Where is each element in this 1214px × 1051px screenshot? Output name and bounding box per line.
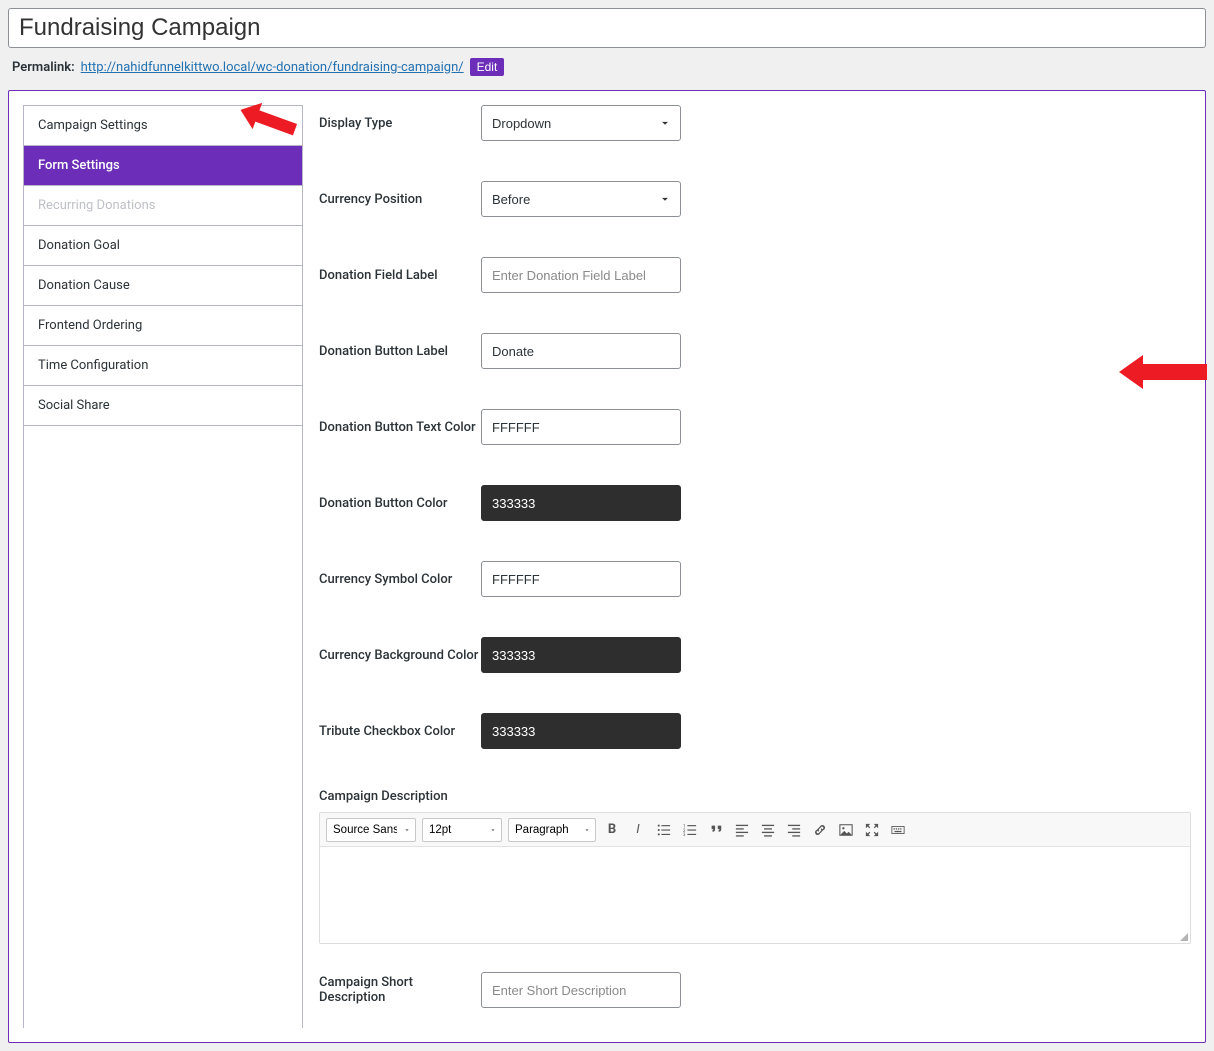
donation-button-color-input[interactable] [481,485,681,521]
italic-icon[interactable]: I [628,820,648,840]
paragraph-select[interactable]: Paragraph [508,818,596,842]
donation-field-label-label: Donation Field Label [319,268,481,283]
font-family-select[interactable]: Source Sans... [326,818,416,842]
resize-handle-icon[interactable] [1178,931,1188,941]
font-size-select[interactable]: 12pt [422,818,502,842]
link-icon[interactable] [810,820,830,840]
short-description-input[interactable] [481,972,681,1008]
permalink-label: Permalink: [12,60,75,75]
sidebar-item-donation-goal[interactable]: Donation Goal [24,226,302,266]
donation-button-label-label: Donation Button Label [319,344,481,359]
settings-tabs-sidebar: Campaign Settings Form Settings Recurrin… [23,105,303,1028]
sidebar-item-donation-cause[interactable]: Donation Cause [24,266,302,306]
currency-bg-color-label: Currency Background Color [319,648,481,663]
donation-button-color-label: Donation Button Color [319,496,481,511]
permalink-url[interactable]: http://nahidfunnelkittwo.local/wc-donati… [81,60,464,75]
tribute-checkbox-color-label: Tribute Checkbox Color [319,724,481,739]
svg-text:3: 3 [683,833,686,837]
donation-button-text-color-input[interactable] [481,409,681,445]
permalink-edit-button[interactable]: Edit [470,58,505,76]
bold-icon[interactable]: B [602,820,622,840]
sidebar-item-recurring-donations[interactable]: Recurring Donations [24,186,302,226]
currency-position-select[interactable]: Before [481,181,681,217]
currency-bg-color-input[interactable] [481,637,681,673]
sidebar-item-campaign-settings[interactable]: Campaign Settings [24,106,302,146]
keyboard-icon[interactable] [888,820,908,840]
editor-toolbar: Source Sans... 12pt Paragraph B I 123 [320,813,1190,847]
align-center-icon[interactable] [758,820,778,840]
donation-button-text-color-label: Donation Button Text Color [319,420,481,435]
bullet-list-icon[interactable] [654,820,674,840]
rich-text-editor: Source Sans... 12pt Paragraph B I 123 [319,812,1191,944]
display-type-select[interactable]: Dropdown [481,105,681,141]
tribute-checkbox-color-input[interactable] [481,713,681,749]
post-title-input[interactable] [8,8,1206,48]
short-description-label: Campaign Short Description [319,975,481,1005]
donation-field-label-input[interactable] [481,257,681,293]
currency-symbol-color-input[interactable] [481,561,681,597]
sidebar-item-frontend-ordering[interactable]: Frontend Ordering [24,306,302,346]
insert-image-icon[interactable] [836,820,856,840]
donation-button-label-input[interactable] [481,333,681,369]
numbered-list-icon[interactable]: 123 [680,820,700,840]
editor-textarea[interactable] [320,847,1190,943]
align-right-icon[interactable] [784,820,804,840]
currency-symbol-color-label: Currency Symbol Color [319,572,481,587]
sidebar-item-form-settings[interactable]: Form Settings [24,146,302,186]
campaign-description-label: Campaign Description [319,789,1191,804]
sidebar-item-social-share[interactable]: Social Share [24,386,302,426]
align-left-icon[interactable] [732,820,752,840]
permalink-row: Permalink: http://nahidfunnelkittwo.loca… [12,58,1206,76]
display-type-label: Display Type [319,116,481,131]
currency-position-label: Currency Position [319,192,481,207]
blockquote-icon[interactable] [706,820,726,840]
sidebar-item-time-configuration[interactable]: Time Configuration [24,346,302,386]
fullscreen-icon[interactable] [862,820,882,840]
